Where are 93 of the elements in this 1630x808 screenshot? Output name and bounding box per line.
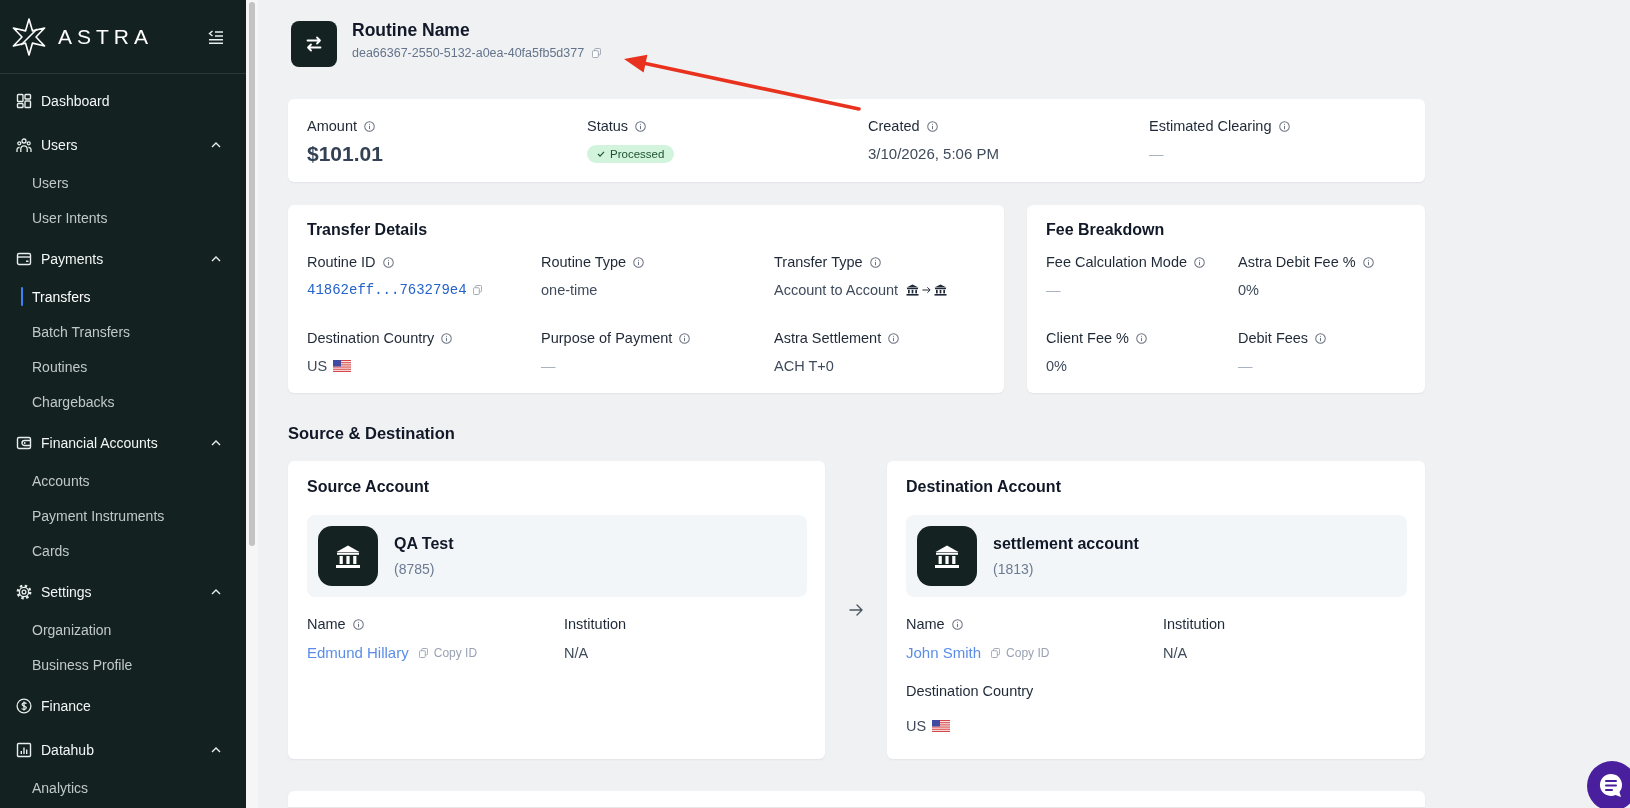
brand-name: ASTRA: [58, 24, 153, 49]
flag-icon: [333, 360, 352, 372]
status-label: Processed: [610, 147, 665, 162]
sidebar-item[interactable]: Users: [0, 125, 246, 165]
sidebar-item[interactable]: Datahub: [0, 730, 246, 770]
field-label: Amount: [307, 117, 357, 136]
field-label: Client Fee %: [1046, 329, 1129, 348]
swap-arrows-icon: [291, 21, 337, 67]
card-title: Transfer Details: [307, 220, 429, 240]
credit-card-icon: [16, 251, 32, 267]
field-label: Fee Calculation Mode: [1046, 253, 1188, 272]
sidebar-item[interactable]: Organization: [0, 612, 246, 647]
wallet-icon: [16, 435, 32, 451]
field-value: ACH T+0: [774, 357, 834, 376]
amount-value: $101.01: [307, 141, 383, 167]
field-label: Routine ID: [307, 253, 376, 272]
field-value: one-time: [541, 281, 598, 300]
field-value: 0%: [1046, 357, 1067, 376]
field-label: Institution: [1163, 615, 1226, 634]
sidebar-item[interactable]: Accounts: [0, 463, 246, 498]
chevron-icon[interactable]: [211, 589, 221, 595]
field-label: Institution: [564, 615, 627, 634]
sidebar-item[interactable]: User Intents: [0, 200, 246, 235]
field-value: N/A: [1163, 644, 1188, 663]
arrow-right-icon: [849, 604, 863, 616]
field-value: 3/10/2026, 5:06 PM: [868, 144, 999, 164]
check-icon: [597, 151, 605, 157]
field-value: Account to Account: [774, 281, 899, 300]
section-title: Source & Destination: [288, 423, 456, 444]
field-value: —: [541, 357, 556, 376]
sidebar-item[interactable]: Financial Accounts: [0, 423, 246, 463]
card-title: Destination Account: [906, 477, 1062, 497]
field-value: US: [906, 717, 927, 736]
field-value: US: [307, 357, 328, 376]
sidebar-item[interactable]: Settings: [0, 572, 246, 612]
sidebar-item[interactable]: Cards: [0, 533, 246, 568]
field-label: Name: [906, 615, 945, 634]
account-name: settlement account: [993, 534, 1139, 554]
field-label: Transfer Type: [774, 253, 863, 272]
bar-chart-icon: [16, 742, 32, 758]
users-icon: [16, 137, 32, 153]
settings-icon: [16, 584, 32, 600]
sidebar-item[interactable]: Analytics: [0, 770, 246, 805]
chevron-icon[interactable]: [211, 440, 221, 446]
field-label: Routine Type: [541, 253, 627, 272]
account-name: QA Test: [394, 534, 454, 554]
field-value: —: [1238, 357, 1253, 376]
sidebar-item[interactable]: Dashboard: [0, 81, 246, 121]
bank-icon: [917, 526, 977, 586]
bank-icon: [318, 526, 378, 586]
card-title: Source Account: [307, 477, 431, 497]
chat-button[interactable]: [1586, 760, 1630, 808]
sidebar-item[interactable]: Payment Instruments: [0, 498, 246, 533]
chevron-icon[interactable]: [211, 747, 221, 753]
bank-icon: [934, 284, 948, 296]
field-label: Astra Debit Fee %: [1238, 253, 1356, 272]
field-label: Destination Country: [906, 682, 1034, 701]
sidebar-item[interactable]: Users: [0, 165, 246, 200]
field-label: Debit Fees: [1238, 329, 1309, 348]
star-logo-icon: [10, 17, 48, 56]
sidebar-item[interactable]: Transfers: [0, 279, 246, 314]
field-value: N/A: [564, 644, 589, 663]
sidebar-item[interactable]: Batch Transfers: [0, 314, 246, 349]
field-value: 0%: [1238, 281, 1259, 300]
chevron-icon[interactable]: [211, 142, 221, 148]
arrow-right-icon: [922, 286, 932, 294]
field-value: —: [1046, 281, 1061, 300]
sidebar-item[interactable]: Chargebacks: [0, 384, 246, 419]
field-label: Status: [587, 117, 629, 136]
bank-icon: [906, 284, 920, 296]
sidebar-item[interactable]: Finance: [0, 686, 246, 726]
chevron-icon[interactable]: [211, 256, 221, 262]
field-label: Purpose of Payment: [541, 329, 673, 348]
dollar-icon: [16, 698, 32, 714]
flag-icon: [932, 720, 951, 732]
card-title: Fee Breakdown: [1046, 220, 1166, 240]
field-value: —: [1149, 145, 1164, 164]
sidebar-item[interactable]: Business Profile: [0, 647, 246, 682]
scrollbar-thumb[interactable]: [249, 2, 255, 546]
routine-id-link[interactable]: 41862eff...763279e4: [307, 280, 467, 300]
field-label: Destination Country: [307, 329, 435, 348]
account-number: (8785): [394, 560, 436, 579]
routine-id: dea66367-2550-5132-a0ea-40fa5fb5d377: [352, 45, 585, 62]
field-label: Estimated Clearing: [1149, 117, 1272, 136]
field-label: Created: [868, 117, 920, 136]
field-label: Name: [307, 615, 346, 634]
collapse-menu-icon[interactable]: [208, 29, 224, 44]
field-label: Astra Settlement: [774, 329, 882, 348]
sidebar-item[interactable]: Payments: [0, 239, 246, 279]
account-number: (1813): [993, 560, 1035, 579]
dashboard-grid-icon: [16, 93, 32, 109]
sidebar-item[interactable]: Routines: [0, 349, 246, 384]
routine-title: Routine Name: [352, 19, 471, 41]
